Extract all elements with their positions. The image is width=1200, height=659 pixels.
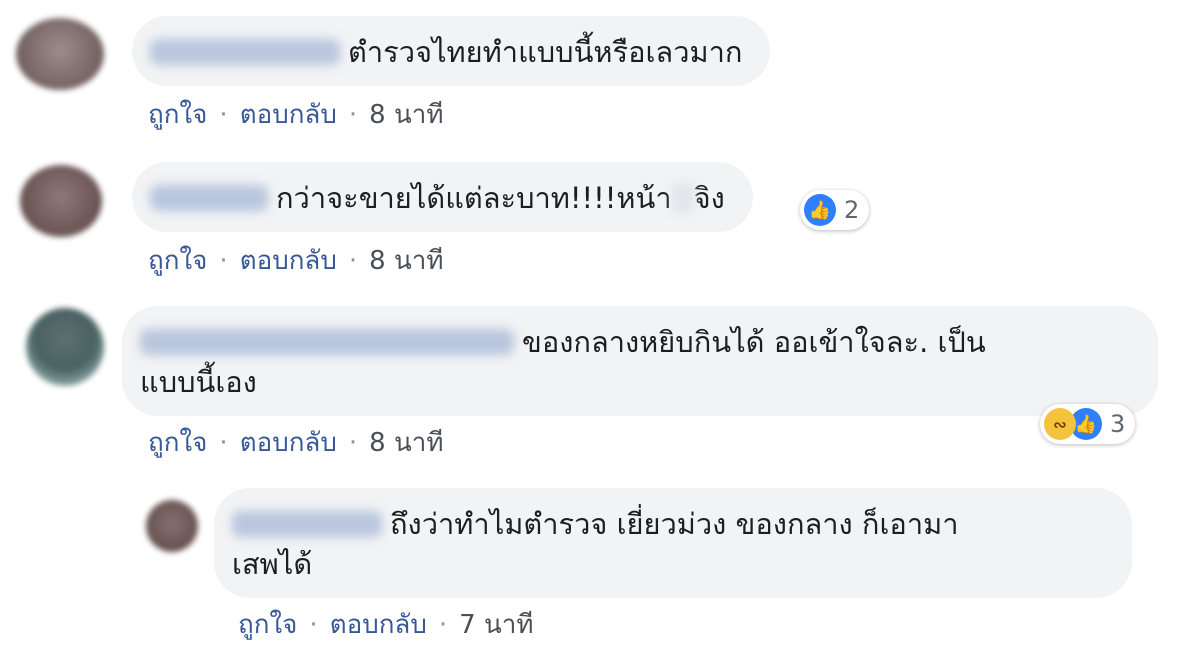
separator: · [219,246,228,276]
comment-bubble: ตำรวจไทยทำแบบนี้หรือเลวมาก [132,16,771,86]
like-link[interactable]: ถูกใจ [238,610,297,640]
like-link[interactable]: ถูกใจ [148,246,207,276]
reply-bubble: ถึงว่าทำไมตำรวจ เยี่ยวม่วง ของกลาง ก็เอา… [214,488,1132,598]
reply-link[interactable]: ตอบกลับ [240,428,337,458]
timestamp[interactable]: 8 นาที [369,246,443,276]
commenter-name[interactable] [150,185,268,211]
like-link[interactable]: ถูกใจ [148,428,207,458]
reaction-count: 3 [1110,410,1126,438]
commenter-name[interactable] [232,511,382,537]
comment-text-line2: แบบนี้เอง [140,365,257,399]
timestamp[interactable]: 8 นาที [369,428,443,458]
comment-actions: ถูกใจ · ตอบกลับ · 8 นาที [148,240,443,281]
reply-text-line1: ถึงว่าทำไมตำรวจ เยี่ยวม่วง ของกลาง ก็เอา… [390,507,959,541]
reply-link[interactable]: ตอบกลับ [330,610,427,640]
haha-icon: ∾ [1044,408,1076,440]
comment-bubble: ของกลางหยิบกินได้ ออเข้าใจละ. เป็น แบบนี… [122,306,1158,416]
redacted-text [671,183,694,213]
reaction-summary[interactable]: ∾ 👍 3 [1040,404,1136,444]
reply-actions: ถูกใจ · ตอบกลับ · 7 นาที [238,604,533,645]
commenter-avatar[interactable] [20,165,102,237]
comment-text-end: จิง [693,181,725,215]
comment-bubble: กว่าจะขายได้แต่ละบาท!!!!หน้า จิง [132,162,753,232]
separator: · [348,246,358,276]
reaction-count: 2 [844,196,860,224]
like-icon: 👍 [804,194,836,226]
comment-text-line1: ของกลางหยิบกินได้ ออเข้าใจละ. เป็น [522,325,986,359]
like-link[interactable]: ถูกใจ [148,100,207,130]
commenter-avatar[interactable] [16,18,104,90]
reply-avatar[interactable] [146,500,198,552]
comment-actions: ถูกใจ · ตอบกลับ · 8 นาที [148,422,443,463]
comment-actions: ถูกใจ · ตอบกลับ · 8 นาที [148,94,443,135]
separator: · [348,428,358,458]
separator: · [219,100,228,130]
reply-link[interactable]: ตอบกลับ [240,100,337,130]
commenter-name[interactable] [140,329,514,355]
separator: · [309,610,318,640]
timestamp[interactable]: 8 นาที [369,100,443,130]
reply-link[interactable]: ตอบกลับ [240,246,337,276]
reaction-summary[interactable]: 👍 2 [800,190,870,230]
separator: · [348,100,358,130]
comment-text: กว่าจะขายได้แต่ละบาท!!!!หน้า [276,181,672,215]
commenter-avatar[interactable] [26,308,104,386]
comment-text: ตำรวจไทยทำแบบนี้หรือเลวมาก [348,35,743,69]
reply-text-line2: เสพได้ [232,547,313,581]
commenter-name[interactable] [150,39,340,65]
timestamp[interactable]: 7 นาที [459,610,533,640]
separator: · [219,428,228,458]
separator: · [438,610,448,640]
